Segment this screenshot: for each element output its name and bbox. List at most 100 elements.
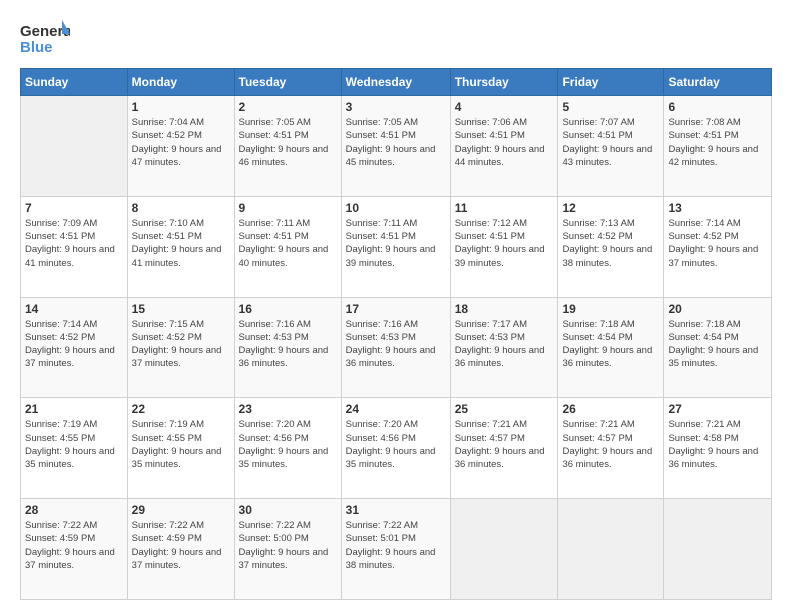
header-monday: Monday — [127, 69, 234, 96]
day-number: 20 — [668, 302, 767, 316]
day-cell: 11Sunrise: 7:12 AMSunset: 4:51 PMDayligh… — [450, 196, 558, 297]
day-number: 16 — [239, 302, 337, 316]
day-cell — [21, 96, 128, 197]
day-info: Sunrise: 7:18 AMSunset: 4:54 PMDaylight:… — [562, 318, 659, 371]
week-row-4: 28 Sunrise: 7:22 AMSunset: 4:59 PMDayligh… — [21, 499, 772, 600]
day-number: 2 — [239, 100, 337, 114]
logo-icon: General Blue — [20, 16, 70, 60]
day-info: Sunrise: 7:22 AMSunset: 4:59 PMDaylight:… — [132, 519, 230, 572]
day-info: Sunrise: 7:21 AMSunset: 4:57 PMDaylight:… — [562, 418, 659, 471]
day-number: 22 — [132, 402, 230, 416]
day-info: Sunrise: 7:17 AMSunset: 4:53 PMDaylight:… — [455, 318, 554, 371]
day-number: 15 — [132, 302, 230, 316]
day-info: Sunrise: 7:19 AMSunset: 4:55 PMDaylight:… — [132, 418, 230, 471]
header-thursday: Thursday — [450, 69, 558, 96]
day-number: 17 — [346, 302, 446, 316]
day-cell: 6Sunrise: 7:08 AMSunset: 4:51 PMDaylight… — [664, 96, 772, 197]
day-info: Sunrise: 7:05 AMSunset: 4:51 PMDaylight:… — [239, 116, 337, 169]
day-info: Sunrise: 7:21 AMSunset: 4:58 PMDaylight:… — [668, 418, 767, 471]
day-info: Sunrise: 7:14 AMSunset: 4:52 PMDaylight:… — [25, 318, 123, 371]
day-number: 19 — [562, 302, 659, 316]
day-cell: 21 Sunrise: 7:19 AMSunset: 4:55 PMDayligh… — [21, 398, 128, 499]
day-info: Sunrise: 7:15 AMSunset: 4:52 PMDaylight:… — [132, 318, 230, 371]
day-cell: 12 Sunrise: 7:13 AMSunset: 4:52 PMDayligh… — [558, 196, 664, 297]
day-number: 7 — [25, 201, 123, 215]
day-number: 23 — [239, 402, 337, 416]
day-info: Sunrise: 7:20 AMSunset: 4:56 PMDaylight:… — [239, 418, 337, 471]
day-info: Sunrise: 7:05 AMSunset: 4:51 PMDaylight:… — [346, 116, 446, 169]
day-number: 28 — [25, 503, 123, 517]
day-number: 29 — [132, 503, 230, 517]
day-number: 5 — [562, 100, 659, 114]
day-cell: 4 Sunrise: 7:06 AMSunset: 4:51 PMDaylight… — [450, 96, 558, 197]
day-cell: 3 Sunrise: 7:05 AMSunset: 4:51 PMDaylight… — [341, 96, 450, 197]
day-info: Sunrise: 7:20 AMSunset: 4:56 PMDaylight:… — [346, 418, 446, 471]
day-cell: 9Sunrise: 7:11 AMSunset: 4:51 PMDaylight… — [234, 196, 341, 297]
day-cell: 18 Sunrise: 7:17 AMSunset: 4:53 PMDayligh… — [450, 297, 558, 398]
day-number: 21 — [25, 402, 123, 416]
day-info: Sunrise: 7:16 AMSunset: 4:53 PMDaylight:… — [346, 318, 446, 371]
day-cell: 19 Sunrise: 7:18 AMSunset: 4:54 PMDayligh… — [558, 297, 664, 398]
day-cell: 8Sunrise: 7:10 AMSunset: 4:51 PMDaylight… — [127, 196, 234, 297]
day-number: 13 — [668, 201, 767, 215]
day-info: Sunrise: 7:12 AMSunset: 4:51 PMDaylight:… — [455, 217, 554, 270]
header-friday: Friday — [558, 69, 664, 96]
day-number: 3 — [346, 100, 446, 114]
day-cell: 28Sunrise: 7:22 AMSunset: 4:59 PMDayligh… — [21, 499, 128, 600]
calendar-table: SundayMondayTuesdayWednesdayThursdayFrid… — [20, 68, 772, 600]
day-info: Sunrise: 7:04 AMSunset: 4:52 PMDaylight:… — [132, 116, 230, 169]
day-number: 26 — [562, 402, 659, 416]
week-row-2: 14 Sunrise: 7:14 AMSunset: 4:52 PMDayligh… — [21, 297, 772, 398]
day-number: 24 — [346, 402, 446, 416]
day-number: 14 — [25, 302, 123, 316]
day-info: Sunrise: 7:11 AMSunset: 4:51 PMDaylight:… — [346, 217, 446, 270]
day-cell: 14 Sunrise: 7:14 AMSunset: 4:52 PMDayligh… — [21, 297, 128, 398]
header-saturday: Saturday — [664, 69, 772, 96]
day-info: Sunrise: 7:06 AMSunset: 4:51 PMDaylight:… — [455, 116, 554, 169]
day-info: Sunrise: 7:07 AMSunset: 4:51 PMDaylight:… — [562, 116, 659, 169]
day-cell: 23 Sunrise: 7:20 AMSunset: 4:56 PMDayligh… — [234, 398, 341, 499]
day-number: 4 — [455, 100, 554, 114]
day-cell: 2 Sunrise: 7:05 AMSunset: 4:51 PMDaylight… — [234, 96, 341, 197]
day-cell: 7 Sunrise: 7:09 AMSunset: 4:51 PMDaylight… — [21, 196, 128, 297]
day-info: Sunrise: 7:21 AMSunset: 4:57 PMDaylight:… — [455, 418, 554, 471]
logo: General Blue — [20, 16, 76, 60]
day-info: Sunrise: 7:16 AMSunset: 4:53 PMDaylight:… — [239, 318, 337, 371]
day-cell: 29 Sunrise: 7:22 AMSunset: 4:59 PMDayligh… — [127, 499, 234, 600]
svg-text:Blue: Blue — [20, 39, 53, 56]
day-number: 27 — [668, 402, 767, 416]
day-info: Sunrise: 7:13 AMSunset: 4:52 PMDaylight:… — [562, 217, 659, 270]
day-info: Sunrise: 7:08 AMSunset: 4:51 PMDaylight:… — [668, 116, 767, 169]
day-info: Sunrise: 7:18 AMSunset: 4:54 PMDaylight:… — [668, 318, 767, 371]
page: General Blue SundayMondayTuesdayWednesda… — [0, 0, 792, 612]
day-info: Sunrise: 7:14 AMSunset: 4:52 PMDaylight:… — [668, 217, 767, 270]
day-cell: 10Sunrise: 7:11 AMSunset: 4:51 PMDayligh… — [341, 196, 450, 297]
calendar-header-row: SundayMondayTuesdayWednesdayThursdayFrid… — [21, 69, 772, 96]
day-number: 31 — [346, 503, 446, 517]
header: General Blue — [20, 16, 772, 60]
day-number: 12 — [562, 201, 659, 215]
day-number: 25 — [455, 402, 554, 416]
header-wednesday: Wednesday — [341, 69, 450, 96]
day-number: 1 — [132, 100, 230, 114]
week-row-0: 1 Sunrise: 7:04 AMSunset: 4:52 PMDaylight… — [21, 96, 772, 197]
day-info: Sunrise: 7:11 AMSunset: 4:51 PMDaylight:… — [239, 217, 337, 270]
day-cell: 5 Sunrise: 7:07 AMSunset: 4:51 PMDaylight… — [558, 96, 664, 197]
day-info: Sunrise: 7:19 AMSunset: 4:55 PMDaylight:… — [25, 418, 123, 471]
day-number: 30 — [239, 503, 337, 517]
day-info: Sunrise: 7:22 AMSunset: 5:00 PMDaylight:… — [239, 519, 337, 572]
day-cell: 17 Sunrise: 7:16 AMSunset: 4:53 PMDayligh… — [341, 297, 450, 398]
day-cell: 1 Sunrise: 7:04 AMSunset: 4:52 PMDaylight… — [127, 96, 234, 197]
day-number: 18 — [455, 302, 554, 316]
day-cell — [450, 499, 558, 600]
week-row-1: 7 Sunrise: 7:09 AMSunset: 4:51 PMDaylight… — [21, 196, 772, 297]
day-info: Sunrise: 7:22 AMSunset: 5:01 PMDaylight:… — [346, 519, 446, 572]
day-cell — [664, 499, 772, 600]
day-info: Sunrise: 7:10 AMSunset: 4:51 PMDaylight:… — [132, 217, 230, 270]
day-info: Sunrise: 7:09 AMSunset: 4:51 PMDaylight:… — [25, 217, 123, 270]
day-cell: 30 Sunrise: 7:22 AMSunset: 5:00 PMDayligh… — [234, 499, 341, 600]
day-cell: 25 Sunrise: 7:21 AMSunset: 4:57 PMDayligh… — [450, 398, 558, 499]
week-row-3: 21 Sunrise: 7:19 AMSunset: 4:55 PMDayligh… — [21, 398, 772, 499]
header-sunday: Sunday — [21, 69, 128, 96]
day-cell: 15 Sunrise: 7:15 AMSunset: 4:52 PMDayligh… — [127, 297, 234, 398]
